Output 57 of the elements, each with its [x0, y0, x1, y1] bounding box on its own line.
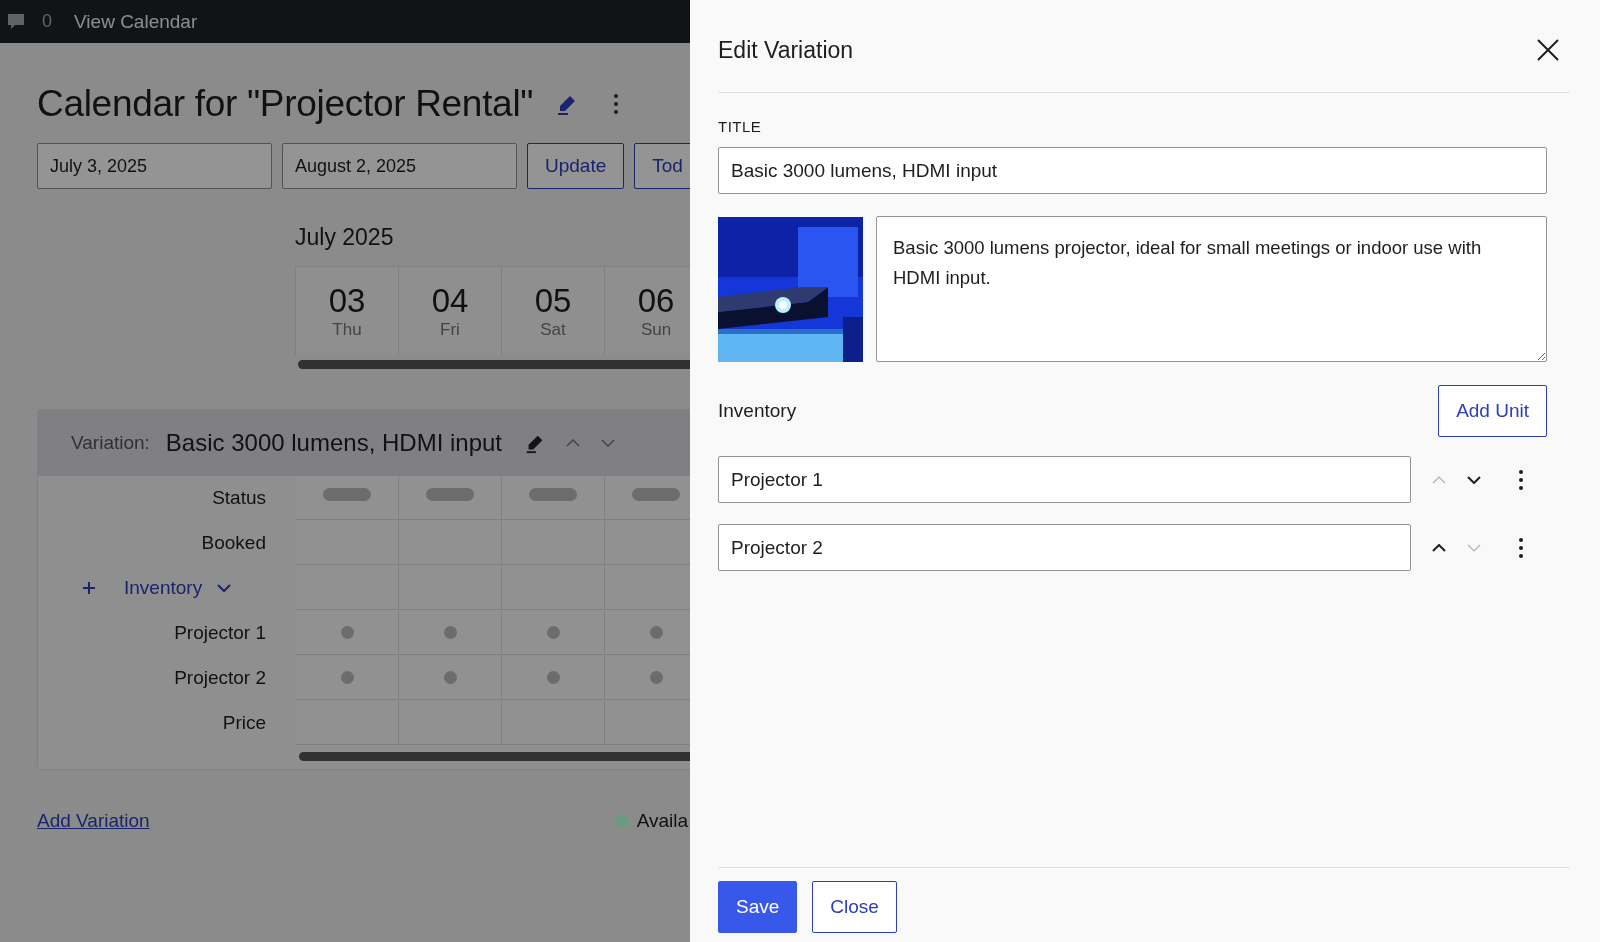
availability-dot: [546, 626, 560, 639]
variation-name: Basic 3000 lumens, HDMI input: [165, 429, 502, 457]
status-pill: [529, 488, 577, 501]
month-label: July 2025: [295, 224, 395, 252]
outline-button[interactable]: Tod: [634, 143, 690, 189]
availability-dot: [649, 626, 663, 639]
availability-dot: [649, 671, 663, 684]
day-number: 03: [328, 282, 366, 320]
end-date-field[interactable]: August 2, 2025: [282, 143, 517, 189]
title-label: TITLE: [718, 118, 763, 135]
availability-dot: [340, 671, 354, 684]
weekday-label: Sat: [540, 320, 566, 340]
row-label: Status: [212, 487, 266, 509]
availability-dot: [443, 626, 457, 639]
scrollbar[interactable]: [299, 752, 690, 761]
more-icon[interactable]: [1518, 535, 1524, 560]
comment-icon[interactable]: [6, 11, 26, 32]
comment-count: 0: [42, 11, 52, 32]
outline-button[interactable]: Update: [527, 143, 625, 189]
row-label: Projector 1: [174, 622, 266, 644]
availability-dot: [443, 671, 457, 684]
chevron-down-icon[interactable]: [1467, 475, 1481, 484]
close-icon[interactable]: [1536, 38, 1560, 62]
status-pill: [632, 488, 680, 501]
close-button[interactable]: Close: [812, 881, 897, 933]
add-variation-link[interactable]: Add Variation: [37, 810, 150, 832]
unit-name-field[interactable]: Projector 1: [718, 456, 1411, 503]
plus-icon[interactable]: [82, 581, 96, 595]
title-field[interactable]: Basic 3000 lumens, HDMI input: [718, 147, 1547, 194]
status-pill: [426, 488, 474, 501]
view-calendar-link[interactable]: View Calendar: [74, 10, 198, 33]
legend-label: Availa: [636, 810, 689, 832]
day-number: 05: [534, 282, 572, 320]
page-title: Calendar for "Projector Rental": [37, 83, 534, 125]
row-label: Price: [222, 712, 266, 734]
weekday-label: Thu: [332, 320, 362, 340]
day-number: 06: [637, 282, 675, 320]
day-number: 04: [431, 282, 469, 320]
availability-dot: [340, 626, 354, 639]
description-field[interactable]: Basic 3000 lumens projector, ideal for small meetings or indoor use with HDMI input.: [876, 216, 1547, 362]
inventory-toggle[interactable]: Inventory: [124, 577, 203, 599]
row-label: Projector 2: [174, 667, 266, 689]
panel-title: Edit Variation: [718, 36, 854, 64]
chevron-up-icon[interactable]: [1432, 543, 1446, 552]
status-pill: [323, 488, 371, 501]
row-label: Booked: [201, 532, 266, 554]
weekday-label: Sun: [640, 320, 672, 340]
scrollbar[interactable]: [298, 360, 690, 369]
start-date-field[interactable]: July 3, 2025: [37, 143, 272, 189]
availability-dot: [546, 671, 560, 684]
unit-name-field[interactable]: Projector 2: [718, 524, 1411, 571]
add-unit-button[interactable]: Add Unit: [1438, 385, 1547, 437]
inventory-label: Inventory: [718, 400, 797, 422]
variation-label: Variation:: [71, 432, 150, 454]
more-icon[interactable]: [1518, 467, 1524, 492]
save-button[interactable]: Save: [718, 881, 798, 933]
weekday-label: Fri: [440, 320, 460, 340]
